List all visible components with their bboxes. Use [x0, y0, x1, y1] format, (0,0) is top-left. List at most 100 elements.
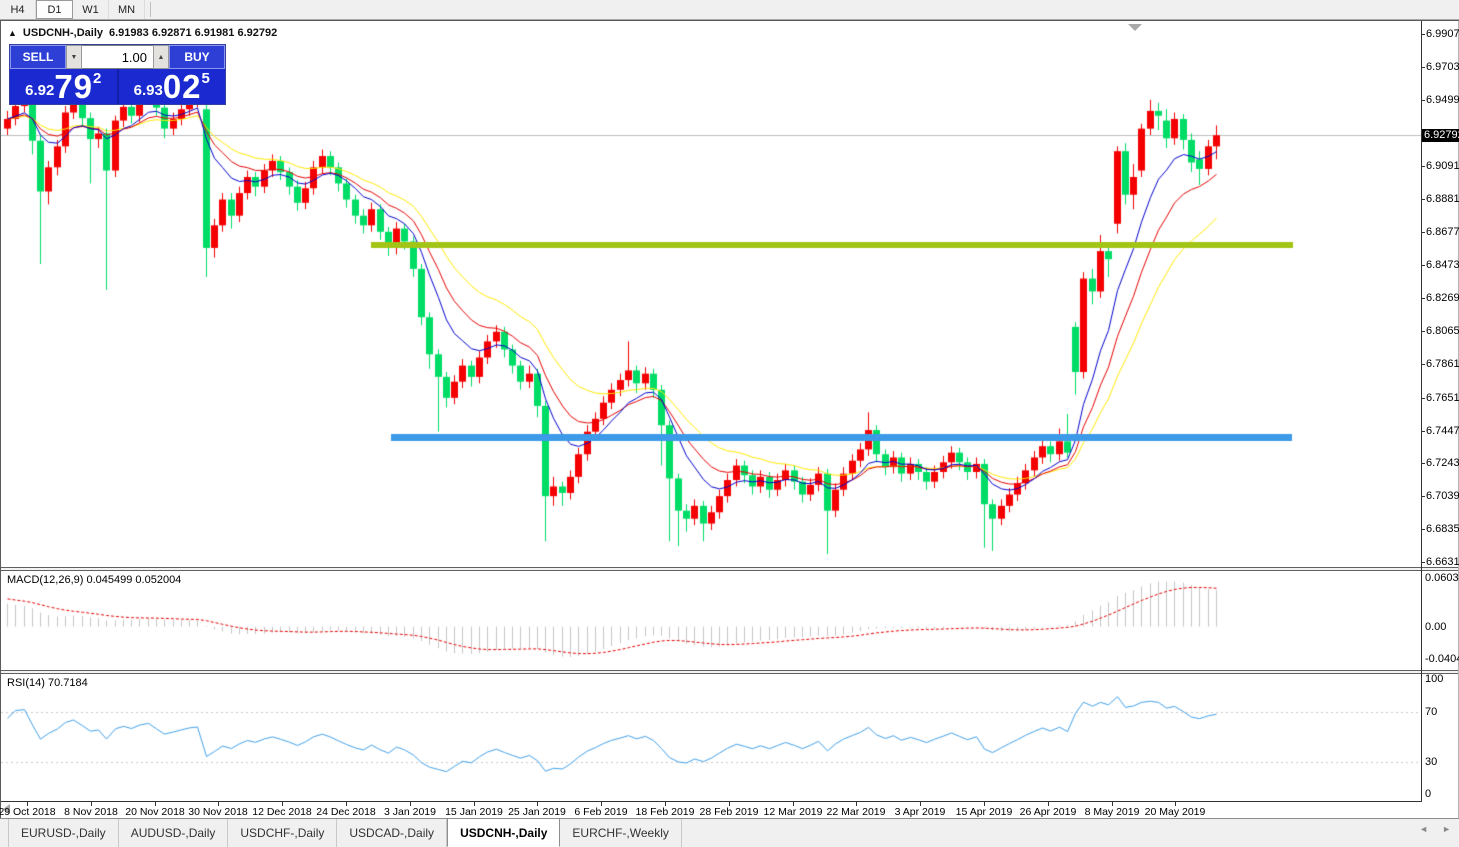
sell-price-box[interactable]: 6.92 79 2 — [10, 69, 117, 104]
timeframe-button-h4[interactable]: H4 — [0, 0, 36, 19]
price-axis-label: 6.66310 — [1426, 556, 1459, 569]
price-axis-tick — [1421, 363, 1425, 365]
sell-price-main: 79 — [54, 68, 94, 105]
price-axis-tick — [1421, 298, 1425, 300]
time-axis-label: 24 Dec 2018 — [316, 806, 376, 818]
macd-axis-label: -0.040415 — [1425, 654, 1459, 666]
chart-tab-eurchf-weekly[interactable]: EURCHF-,Weekly — [560, 819, 682, 847]
rsi-axis-label: 70 — [1425, 707, 1438, 718]
macd-axis-label: 0.00 — [1425, 621, 1447, 633]
volume-input[interactable] — [82, 45, 153, 69]
price-axis-tick — [1421, 265, 1425, 267]
buy-price-box[interactable]: 6.93 02 5 — [118, 69, 225, 104]
rsi-axis-label: 30 — [1425, 757, 1438, 768]
sell-price-prefix: 6.92 — [25, 82, 55, 99]
price-axis-tick — [1421, 397, 1425, 399]
time-axis-label: 26 Apr 2019 — [1019, 806, 1077, 818]
tab-scroll-right-icon[interactable]: ► — [1442, 824, 1451, 834]
sell-price-pip: 2 — [93, 70, 102, 87]
buy-price-pip: 5 — [201, 70, 210, 87]
timeframe-button-d1[interactable]: D1 — [36, 0, 73, 19]
time-axis-border — [1, 801, 1422, 802]
collapse-arrow-icon[interactable]: ▲ — [8, 28, 17, 38]
price-axis-label: 6.88810 — [1426, 193, 1459, 206]
time-axis-label: 15 Apr 2019 — [955, 806, 1013, 818]
time-axis-label: 15 Jan 2019 — [445, 806, 503, 818]
price-axis-label: 6.94990 — [1426, 93, 1459, 106]
time-axis-label: 6 Feb 2019 — [574, 806, 628, 818]
chart-tab-eurusd-daily[interactable]: EURUSD-,Daily — [8, 819, 119, 847]
time-axis-label: 20 May 2019 — [1144, 806, 1206, 818]
time-axis-label: 22 Mar 2019 — [826, 806, 886, 818]
time-axis-label: 12 Dec 2018 — [252, 806, 312, 818]
price-axis-label: 6.99070 — [1426, 28, 1459, 40]
timeframe-button-w1[interactable]: W1 — [73, 0, 109, 19]
trade-panel-prices: 6.92 79 2 6.93 02 5 — [10, 69, 225, 104]
price-axis-tick — [1421, 232, 1425, 234]
rsi-indicator-canvas — [1, 674, 1421, 801]
chart-tab-usdchf-daily[interactable]: USDCHF-,Daily — [228, 819, 338, 847]
price-axis-label: 6.86770 — [1426, 226, 1459, 239]
price-axis-tick — [1421, 463, 1425, 465]
buy-price-prefix: 6.93 — [133, 82, 163, 99]
tab-scroll-left-icon[interactable]: ◄ — [1419, 824, 1428, 834]
symbol-quotes: 6.91983 6.92871 6.91981 6.92792 — [109, 27, 278, 39]
macd-label: MACD(12,26,9) 0.045499 0.052004 — [7, 574, 182, 586]
time-axis-label: 28 Feb 2019 — [699, 806, 759, 818]
price-axis-tick — [1421, 34, 1425, 35]
rsi-label: RSI(14) 70.7184 — [7, 677, 88, 689]
price-axis-label: 6.97030 — [1426, 60, 1459, 73]
time-axis-label: 18 Feb 2019 — [635, 806, 695, 818]
chart-window: ▲ USDCNH-,Daily 6.91983 6.92871 6.91981 … — [0, 20, 1459, 819]
price-axis-label: 6.70390 — [1426, 490, 1459, 503]
time-axis-label: 25 Jan 2019 — [508, 806, 566, 818]
rsi-axis-label: 0 — [1425, 789, 1432, 800]
price-axis-tick — [1421, 66, 1425, 68]
time-axis-label: 8 Nov 2018 — [64, 806, 118, 818]
price-axis-label: 6.84730 — [1426, 259, 1459, 272]
volume-stepper-up[interactable]: ▲ — [153, 45, 169, 69]
price-axis-tick — [1421, 99, 1425, 101]
timeframe-toolbar: H4 D1 W1 MN — [0, 0, 1459, 20]
tab-scroll-arrows: ◄ ► — [1419, 824, 1451, 834]
macd-indicator-canvas — [1, 571, 1421, 670]
mt4-application-window: H4 D1 W1 MN ▲ USDCNH-,Daily 6.91983 6.92871… — [0, 0, 1459, 847]
price-axis-tick — [1421, 330, 1425, 332]
price-axis-label: 6.76510 — [1426, 391, 1459, 404]
time-axis-label: 3 Apr 2019 — [894, 806, 946, 818]
macd-axis-label: 0.060342 — [1425, 573, 1459, 585]
symbol-header: ▲ USDCNH-,Daily 6.91983 6.92871 6.91981 … — [8, 27, 277, 39]
trade-panel-controls: SELL ▼ ▲ BUY — [10, 45, 225, 69]
rsi-axis-label: 100 — [1425, 674, 1444, 685]
price-axis-label: 6.72430 — [1426, 457, 1459, 470]
price-axis-tick — [1421, 199, 1425, 201]
price-axis-label: 6.82690 — [1426, 292, 1459, 305]
one-click-trading-panel: SELL ▼ ▲ BUY 6.92 79 2 6.93 02 5 — [9, 44, 226, 105]
price-axis-label: 6.78610 — [1426, 357, 1459, 370]
volume-stepper-down[interactable]: ▼ — [66, 45, 82, 69]
price-axis-tick — [1421, 496, 1425, 498]
timeframe-button-mn[interactable]: MN — [109, 0, 145, 19]
chart-tab-usdcad-daily[interactable]: USDCAD-,Daily — [337, 819, 448, 847]
time-axis-label: 3 Jan 2019 — [384, 806, 436, 818]
chart-tab-audusd-daily[interactable]: AUDUSD-,Daily — [119, 819, 229, 847]
price-axis-tick — [1421, 165, 1425, 167]
price-axis-label: 6.68350 — [1426, 523, 1459, 536]
sell-button[interactable]: SELL — [10, 45, 66, 69]
time-axis-label: 8 May 2019 — [1084, 806, 1140, 818]
price-axis-label: 6.80650 — [1426, 324, 1459, 337]
current-price-tag: 6.92792 — [1422, 129, 1459, 143]
symbol-title: USDCNH-,Daily — [22, 27, 103, 39]
time-axis-label: 29 Oct 2018 — [0, 806, 56, 818]
chart-shift-marker-icon[interactable] — [1128, 24, 1142, 31]
price-axis-label: 6.74470 — [1426, 424, 1459, 437]
time-axis-label: 12 Mar 2019 — [763, 806, 823, 818]
chart-tab-usdcnh-daily[interactable]: USDCNH-,Daily — [447, 818, 561, 847]
price-axis-tick — [1421, 562, 1425, 564]
chart-tab-bar: EURUSD-,Daily AUDUSD-,Daily USDCHF-,Daily U… — [0, 818, 1459, 847]
price-axis-tick — [1421, 529, 1425, 531]
toolbar-divider — [147, 2, 151, 17]
time-axis-label: 30 Nov 2018 — [188, 806, 248, 818]
time-axis-label: 20 Nov 2018 — [125, 806, 185, 818]
buy-button[interactable]: BUY — [169, 45, 225, 69]
